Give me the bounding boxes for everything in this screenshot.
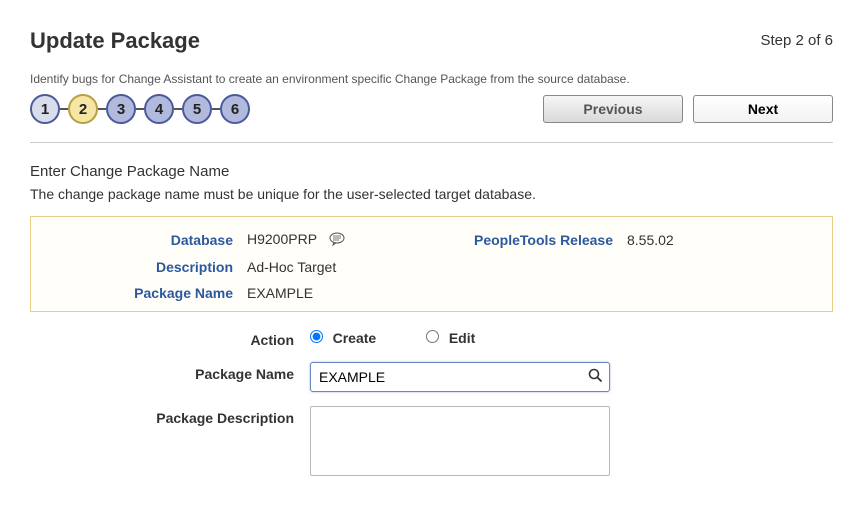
page-title: Update Package bbox=[30, 28, 200, 54]
peopletools-release-label: PeopleTools Release bbox=[427, 232, 627, 248]
step-3[interactable]: 3 bbox=[106, 94, 136, 124]
step-connector bbox=[212, 108, 220, 110]
description-label: Description bbox=[47, 259, 247, 275]
info-box: Database H9200PRP PeopleTools Release 8.… bbox=[30, 216, 833, 312]
step-6[interactable]: 6 bbox=[220, 94, 250, 124]
radio-create[interactable] bbox=[310, 330, 323, 343]
package-name-input-wrapper bbox=[310, 362, 610, 392]
step-1[interactable]: 1 bbox=[30, 94, 60, 124]
step-connector bbox=[60, 108, 68, 110]
action-label: Action bbox=[150, 328, 310, 348]
comment-icon[interactable] bbox=[329, 232, 345, 249]
radio-edit-label: Edit bbox=[449, 330, 475, 346]
step-2[interactable]: 2 bbox=[68, 94, 98, 124]
step-train: 1 2 3 4 5 6 bbox=[30, 94, 250, 124]
section-heading: Enter Change Package Name bbox=[30, 163, 833, 180]
step-5[interactable]: 5 bbox=[182, 94, 212, 124]
step-connector bbox=[98, 108, 106, 110]
step-connector bbox=[174, 108, 182, 110]
next-button[interactable]: Next bbox=[693, 95, 833, 123]
search-icon[interactable] bbox=[587, 367, 603, 386]
database-label: Database bbox=[47, 232, 247, 248]
package-name-input[interactable] bbox=[319, 369, 587, 385]
previous-button[interactable]: Previous bbox=[543, 95, 683, 123]
package-name-label: Package Name bbox=[150, 362, 310, 382]
package-description-input[interactable] bbox=[310, 406, 610, 476]
peopletools-release-value: 8.55.02 bbox=[627, 232, 767, 248]
action-create-radio[interactable]: Create bbox=[310, 330, 376, 346]
package-description-label: Package Description bbox=[150, 406, 310, 426]
step-4[interactable]: 4 bbox=[144, 94, 174, 124]
description-value: Ad-Hoc Target bbox=[247, 259, 427, 275]
database-value: H9200PRP bbox=[247, 231, 427, 249]
subtitle-text: Identify bugs for Change Assistant to cr… bbox=[30, 72, 833, 86]
info-package-name-label: Package Name bbox=[47, 285, 247, 301]
step-connector bbox=[136, 108, 144, 110]
action-edit-radio[interactable]: Edit bbox=[426, 330, 475, 346]
step-indicator: Step 2 of 6 bbox=[760, 32, 833, 49]
radio-create-label: Create bbox=[333, 330, 377, 346]
section-description: The change package name must be unique f… bbox=[30, 186, 833, 202]
info-package-name-value: EXAMPLE bbox=[247, 285, 427, 301]
radio-edit[interactable] bbox=[426, 330, 439, 343]
